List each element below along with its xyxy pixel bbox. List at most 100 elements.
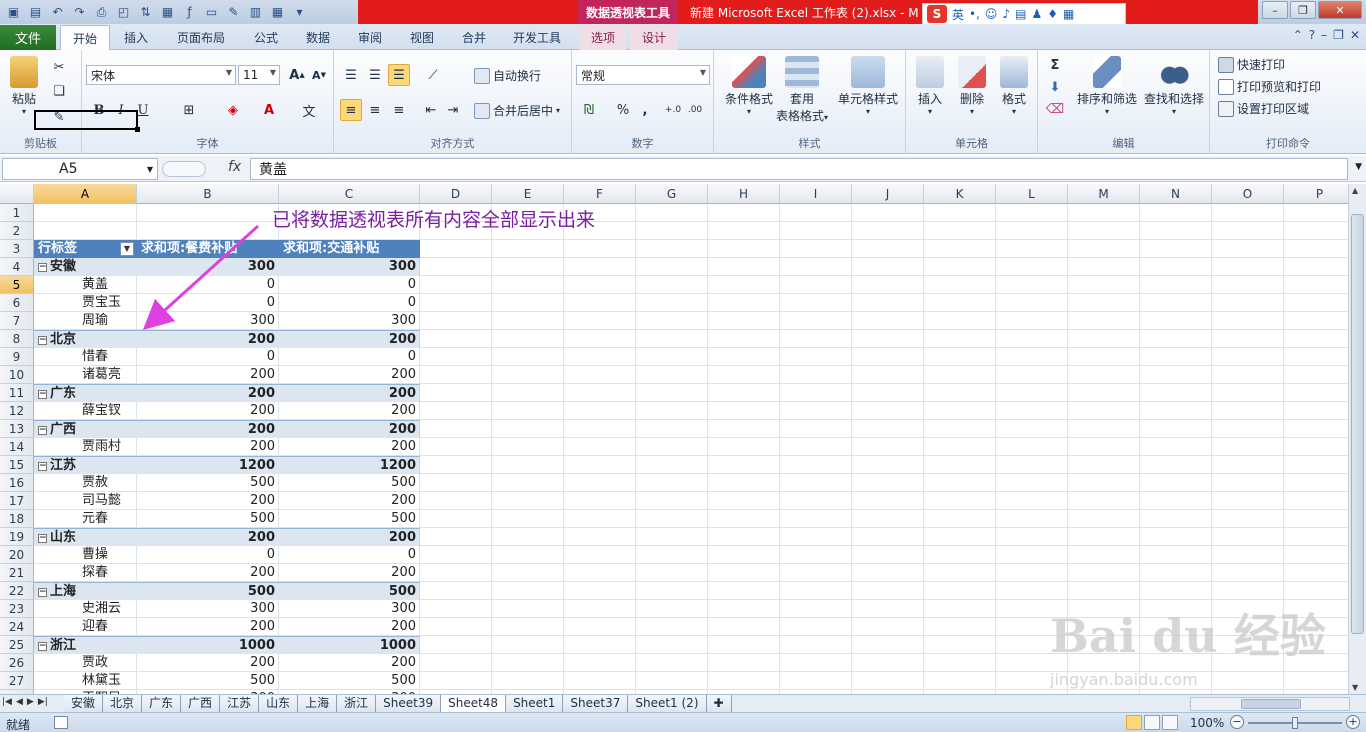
collapse-group-icon[interactable]: −: [38, 390, 47, 399]
row-header[interactable]: 26: [0, 654, 34, 672]
pivot-item-label[interactable]: 惜春: [34, 348, 137, 366]
collapse-group-icon[interactable]: −: [38, 462, 47, 471]
pivot-group-label[interactable]: − 广西: [34, 421, 137, 439]
pivot-meal-value[interactable]: 200: [137, 385, 279, 403]
pivot-transport-value[interactable]: 500: [279, 583, 420, 601]
format-as-table-button[interactable]: 套用 表格格式▾: [772, 56, 832, 124]
sheet-tab[interactable]: 安徽: [64, 695, 104, 712]
column-header-g[interactable]: G: [636, 184, 708, 204]
grow-font-icon[interactable]: A ▲: [286, 64, 308, 86]
doc-close-icon[interactable]: ✕: [1350, 28, 1360, 42]
emoji-icon[interactable]: ☺: [985, 7, 998, 21]
pivot-meal-value[interactable]: 200: [137, 618, 279, 636]
pivot-transport-value[interactable]: 200: [279, 492, 420, 510]
sheet-tab[interactable]: Sheet1 (2): [628, 695, 707, 712]
pivot-transport-value[interactable]: 200: [279, 402, 420, 420]
pivot-meal-value[interactable]: 200: [137, 529, 279, 547]
pivot-meal-value[interactable]: 200: [137, 366, 279, 384]
row-header[interactable]: 2: [0, 222, 34, 240]
tab-home[interactable]: 开始: [60, 25, 110, 50]
expand-formula-icon[interactable]: ▼: [1355, 162, 1362, 172]
font-size-combo[interactable]: 11 ▼: [238, 65, 280, 85]
column-header-f[interactable]: F: [564, 184, 636, 204]
tab-view[interactable]: 视图: [400, 25, 444, 50]
insert-function-button[interactable]: fx: [228, 159, 241, 175]
pivot-transport-value[interactable]: 200: [279, 529, 420, 547]
collapse-group-icon[interactable]: −: [38, 534, 47, 543]
form-icon[interactable]: ▭: [202, 3, 221, 22]
insert-cells-button[interactable]: 插入 ▾: [910, 56, 950, 116]
pivot-transport-value[interactable]: 500: [279, 474, 420, 492]
pivot-meal-value[interactable]: 1200: [137, 457, 279, 475]
pivot-meal-value[interactable]: 0: [137, 348, 279, 366]
column-header-n[interactable]: N: [1140, 184, 1212, 204]
pivot-transport-value[interactable]: 200: [279, 385, 420, 403]
pivot-meal-value[interactable]: 500: [137, 474, 279, 492]
active-cell-a5[interactable]: [34, 110, 140, 132]
pivot-transport-value[interactable]: 0: [279, 348, 420, 366]
pivot-group-label[interactable]: − 广东: [34, 385, 137, 403]
zoom-slider-knob[interactable]: [1292, 717, 1298, 729]
zoom-out-icon[interactable]: −: [1230, 715, 1244, 729]
format-cells-button[interactable]: 格式 ▾: [994, 56, 1034, 116]
customize-toolbar-icon[interactable]: ▾: [290, 3, 309, 22]
select-all-corner[interactable]: [0, 184, 34, 204]
column-header-h[interactable]: H: [708, 184, 780, 204]
pivot-transport-value[interactable]: 1000: [279, 637, 420, 655]
fill-color-icon[interactable]: ◈: [222, 99, 244, 121]
font-color-icon[interactable]: A: [258, 99, 280, 121]
collapse-group-icon[interactable]: −: [38, 588, 47, 597]
row-header[interactable]: 7: [0, 312, 34, 330]
column-header-o[interactable]: O: [1212, 184, 1284, 204]
tab-options[interactable]: 选项: [580, 25, 626, 50]
font-name-combo[interactable]: 宋体 ▼: [86, 65, 236, 85]
pivot-group-label[interactable]: − 浙江: [34, 637, 137, 655]
collapse-group-icon[interactable]: −: [38, 336, 47, 345]
pivot-transport-value[interactable]: 300: [279, 312, 420, 330]
copy-icon[interactable]: ❏: [48, 80, 70, 102]
conditional-format-button[interactable]: 条件格式 ▾: [718, 56, 780, 116]
column-header-d[interactable]: D: [420, 184, 492, 204]
row-header[interactable]: 17: [0, 492, 34, 510]
insert-sheet-icon[interactable]: ✚: [706, 695, 732, 712]
pivot-item-label[interactable]: 贾宝玉: [34, 294, 137, 312]
pivot-item-label[interactable]: 诸葛亮: [34, 366, 137, 384]
orientation-icon[interactable]: ⟋: [422, 64, 444, 86]
column-header-m[interactable]: M: [1068, 184, 1140, 204]
row-header[interactable]: 23: [0, 600, 34, 618]
sort-filter-button[interactable]: 排序和筛选 ▾: [1072, 56, 1142, 116]
column-header-j[interactable]: J: [852, 184, 924, 204]
row-header[interactable]: 10: [0, 366, 34, 384]
pivot-transport-value[interactable]: 0: [279, 294, 420, 312]
row-header[interactable]: 18: [0, 510, 34, 528]
pivot-meal-value[interactable]: 200: [137, 564, 279, 582]
align-bottom-icon[interactable]: ☰: [388, 64, 410, 86]
pivot-meal-value[interactable]: 500: [137, 672, 279, 690]
pivot-transport-value[interactable]: 1200: [279, 457, 420, 475]
formula-input[interactable]: 黄盖: [250, 158, 1348, 180]
fill-icon[interactable]: ⬇: [1044, 76, 1066, 98]
currency-icon[interactable]: ₪: [578, 99, 600, 121]
decrease-decimal-icon[interactable]: .00: [684, 99, 706, 121]
ime-language[interactable]: 英: [952, 6, 964, 23]
number-format-combo[interactable]: 常规 ▼: [576, 65, 710, 85]
save-icon[interactable]: ▤: [26, 3, 45, 22]
row-header[interactable]: 3: [0, 240, 34, 258]
quick-print-button[interactable]: 快速打印: [1218, 56, 1285, 73]
row-header[interactable]: 27: [0, 672, 34, 690]
tab-insert[interactable]: 插入: [114, 25, 158, 50]
row-header[interactable]: 13: [0, 420, 34, 438]
row-header[interactable]: 24: [0, 618, 34, 636]
help-icon[interactable]: ?: [1309, 28, 1315, 42]
column-header-l[interactable]: L: [996, 184, 1068, 204]
punctuation-icon[interactable]: •,: [969, 7, 980, 21]
pivot-transport-value[interactable]: 200: [279, 421, 420, 439]
keyboard-icon[interactable]: ▤: [1015, 7, 1026, 21]
column-header-k[interactable]: K: [924, 184, 996, 204]
sogou-icon[interactable]: S: [927, 5, 947, 23]
align-right-icon[interactable]: ≡: [388, 99, 410, 121]
pivot-transport-value[interactable]: 200: [279, 654, 420, 672]
sheet-tab[interactable]: 广东: [142, 695, 182, 712]
row-header[interactable]: 5: [0, 276, 34, 294]
pivot-item-label[interactable]: 司马懿: [34, 492, 137, 510]
